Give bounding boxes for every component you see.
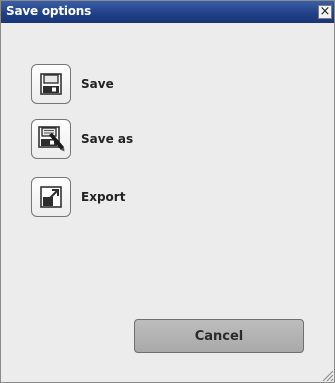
export-button[interactable]	[31, 177, 71, 217]
title-bar[interactable]: Save options ×	[1, 1, 334, 23]
save-option[interactable]: Save	[31, 64, 114, 104]
save-label: Save	[81, 77, 114, 91]
close-icon: ×	[319, 4, 331, 19]
export-icon	[40, 186, 62, 208]
save-as-label: Save as	[81, 132, 134, 146]
cancel-button[interactable]: Cancel	[134, 319, 304, 353]
resize-grip-icon[interactable]	[320, 368, 334, 382]
dialog-title: Save options	[6, 4, 92, 18]
save-button[interactable]	[31, 64, 71, 104]
close-button[interactable]: ×	[318, 5, 332, 19]
save-as-option[interactable]: Save as	[31, 119, 133, 159]
export-option[interactable]: Export	[31, 177, 125, 217]
export-label: Export	[81, 190, 126, 204]
floppy-disk-pencil-icon	[38, 126, 65, 152]
save-as-button[interactable]	[31, 119, 71, 159]
save-options-dialog: Save options × Save Save as Export Cance…	[0, 0, 335, 383]
floppy-disk-icon	[40, 73, 62, 95]
